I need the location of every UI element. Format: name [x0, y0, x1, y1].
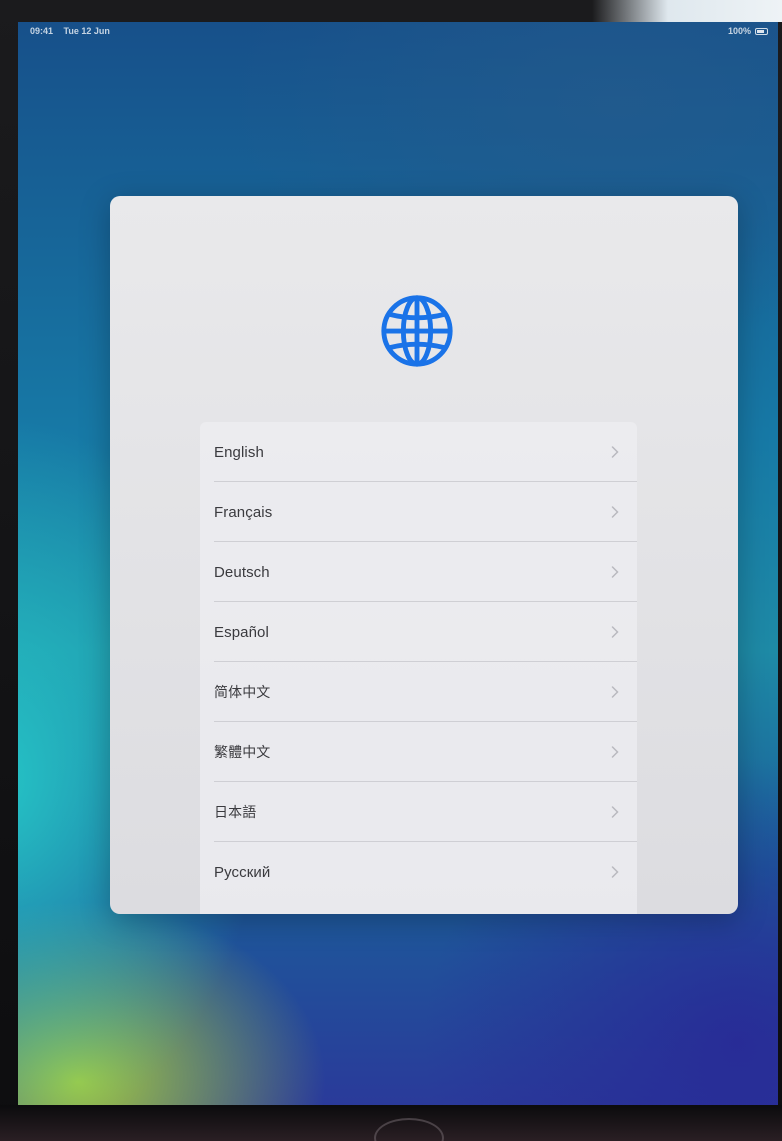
language-label: Deutsch — [214, 563, 270, 581]
chevron-right-icon — [611, 746, 619, 758]
battery-percent: 100% — [727, 26, 751, 36]
chevron-right-icon — [611, 566, 619, 578]
status-right: 100% — [728, 26, 768, 36]
chevron-right-icon — [611, 866, 619, 878]
status-date: Tue 12 Jun — [63, 26, 110, 36]
language-row-english[interactable]: English — [200, 422, 637, 482]
language-row-deutsch[interactable]: Deutsch — [200, 542, 637, 602]
language-label: English — [214, 443, 264, 461]
language-row-francais[interactable]: Français — [200, 482, 637, 542]
status-time: 09:41 — [30, 26, 54, 36]
globe-icon — [381, 295, 453, 367]
language-label: Español — [214, 623, 269, 641]
language-list: English Français Deutsch Español 简体中文 繁體… — [200, 422, 637, 914]
status-bar: 09:41 Tue 12 Jun 100% — [18, 22, 778, 40]
language-row-espanol[interactable]: Español — [200, 602, 637, 662]
language-row-japanese[interactable]: 日本語 — [200, 782, 637, 842]
language-row-simplified-chinese[interactable]: 简体中文 — [200, 662, 637, 722]
language-label: 繁體中文 — [214, 745, 271, 761]
language-label: Français — [214, 503, 273, 521]
language-label: Русский — [214, 863, 271, 881]
chevron-right-icon — [611, 446, 619, 458]
chevron-right-icon — [611, 506, 619, 518]
battery-icon — [755, 27, 768, 35]
chevron-right-icon — [611, 806, 619, 818]
language-row-traditional-chinese[interactable]: 繁體中文 — [200, 722, 637, 782]
language-label: 简体中文 — [214, 685, 271, 701]
screen: 09:41 Tue 12 Jun 100% English Français D… — [18, 22, 778, 1107]
status-left: 09:41 Tue 12 Jun — [30, 26, 118, 36]
language-label: 日本語 — [214, 805, 257, 821]
language-selection-card: English Français Deutsch Español 简体中文 繁體… — [110, 196, 738, 914]
light-glare — [592, 0, 782, 22]
chevron-right-icon — [611, 686, 619, 698]
chevron-right-icon — [611, 626, 619, 638]
language-row-russian[interactable]: Русский — [200, 842, 637, 902]
